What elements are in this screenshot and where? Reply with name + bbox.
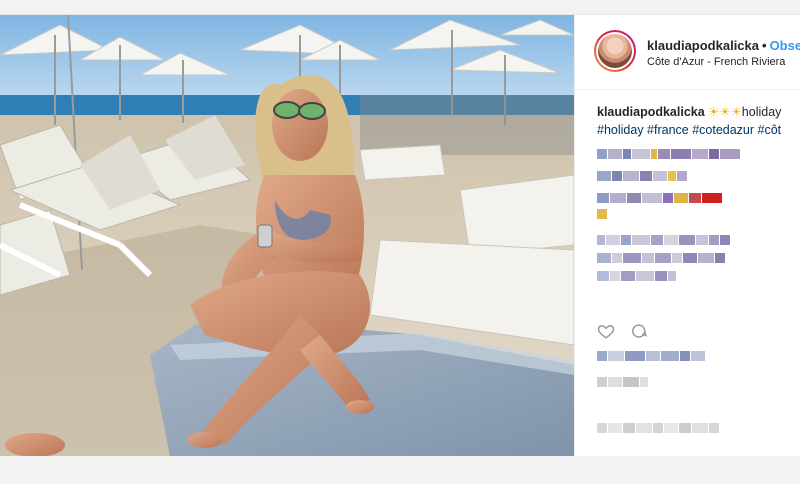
separator-dot: •	[762, 38, 767, 53]
pixelated-text-row	[597, 149, 741, 159]
pixelated-text-row	[597, 235, 731, 245]
action-icons	[597, 322, 657, 345]
avatar-ring	[596, 32, 634, 70]
avatar-photo	[598, 34, 632, 68]
page-background-strip	[0, 456, 800, 484]
location-link[interactable]: Côte d'Azur - French Riviera	[647, 56, 785, 68]
avatar[interactable]	[594, 30, 636, 72]
caption-username[interactable]: klaudiapodkalicka	[597, 105, 705, 119]
post-photo[interactable]	[0, 15, 574, 456]
post-header: klaudiapodkalicka • Obse Côte d'Azur - Fre…	[575, 15, 800, 90]
caption-text: holiday	[741, 105, 782, 119]
instagram-post: klaudiapodkalicka • Obse Côte d'Azur - Fre…	[0, 14, 800, 457]
comment-icon[interactable]	[629, 322, 648, 340]
pixelated-text-row	[597, 271, 677, 281]
pixelated-text-row	[597, 423, 720, 433]
follow-button[interactable]: Obse	[770, 38, 800, 53]
caption-hashtags[interactable]: #holiday #france #cotedazur #côt	[597, 121, 800, 139]
post-sidebar: klaudiapodkalicka • Obse Côte d'Azur - Fre…	[574, 15, 800, 456]
pixelated-text-row	[597, 377, 649, 387]
header-username-row: klaudiapodkalicka • Obse	[647, 38, 800, 53]
pixelated-text-row	[597, 209, 608, 219]
caption-line-1: klaudiapodkalicka ☀☀☀holiday	[597, 103, 800, 121]
pixelated-text-row	[597, 253, 726, 263]
sun-emoji: ☀☀☀	[708, 105, 742, 119]
pixelated-text-row	[597, 351, 706, 361]
caption: klaudiapodkalicka ☀☀☀holiday #holiday #f…	[597, 103, 800, 139]
beach-photo-illustration	[0, 15, 574, 456]
pixelated-text-row	[597, 193, 723, 203]
username-link[interactable]: klaudiapodkalicka	[647, 38, 759, 53]
heart-icon[interactable]	[597, 322, 615, 340]
pixelated-text-row	[597, 171, 688, 181]
